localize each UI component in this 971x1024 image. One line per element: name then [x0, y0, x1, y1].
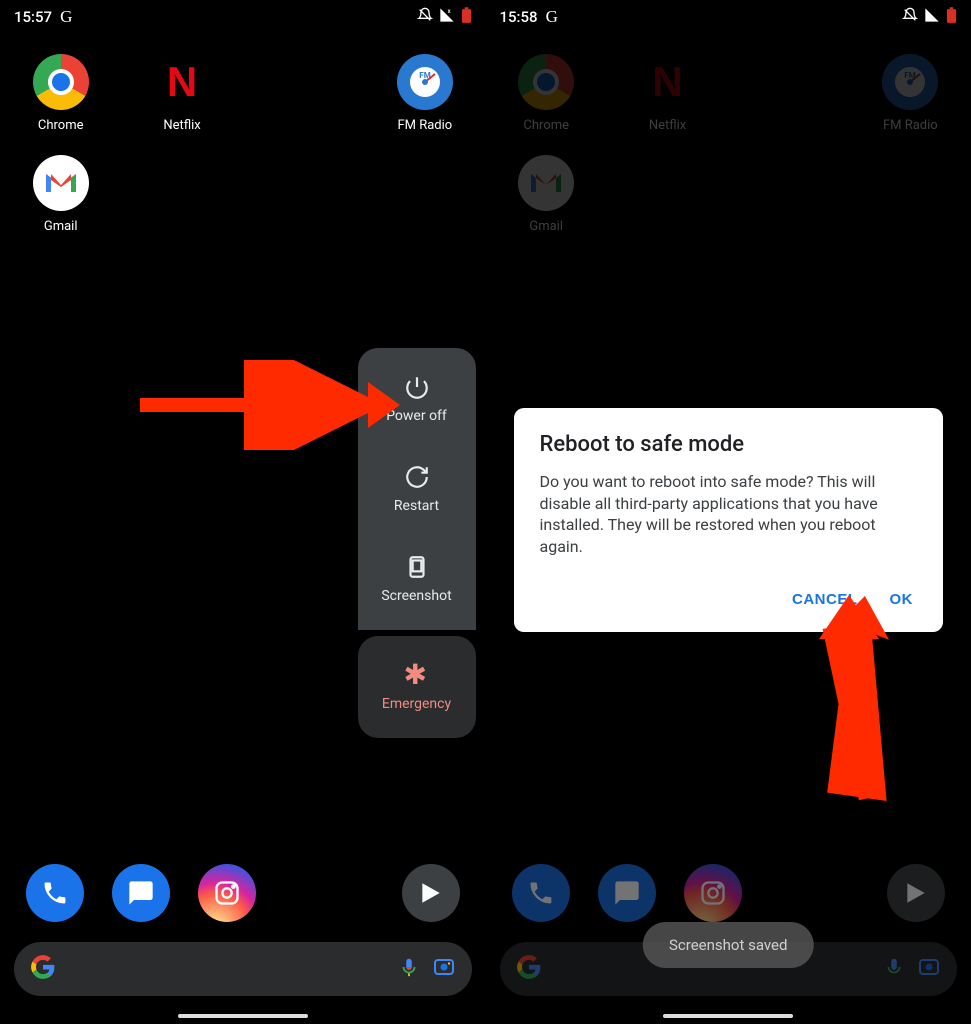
lens-icon[interactable] [432, 955, 456, 983]
phone-left: 15:57 G x Chrome N Netflix [0, 0, 486, 1024]
mute-icon [417, 7, 433, 27]
signal-icon [924, 7, 940, 27]
gmail-icon [33, 155, 89, 211]
app-chrome[interactable]: Chrome [0, 54, 121, 133]
app-label: FM Radio [883, 118, 938, 133]
dock [0, 864, 486, 922]
restart-button[interactable]: Restart [358, 444, 476, 534]
fmradio-icon: FM [882, 54, 938, 110]
dock-play[interactable] [887, 864, 945, 922]
app-fmradio[interactable]: FM FM Radio [850, 54, 971, 133]
mute-icon [902, 7, 918, 27]
dock-instagram[interactable] [684, 864, 742, 922]
fmradio-icon: FM [397, 54, 453, 110]
app-label: Netflix [649, 118, 686, 133]
dock-phone[interactable] [26, 864, 84, 922]
mic-icon[interactable] [883, 956, 905, 982]
netflix-icon: N [154, 54, 210, 110]
app-label: Gmail [529, 219, 563, 234]
netflix-icon: N [640, 54, 696, 110]
dock-instagram[interactable] [198, 864, 256, 922]
dialog-title: Reboot to safe mode [540, 432, 918, 457]
app-label: Netflix [163, 118, 200, 133]
app-gmail[interactable]: Gmail [0, 155, 121, 234]
google-indicator: G [546, 7, 558, 27]
screenshot-button[interactable]: Screenshot [358, 534, 476, 624]
power-off-label: Power off [386, 408, 447, 424]
phone-right: 15:58 G Chrome N Netflix FM FM Radio Gma… [486, 0, 971, 1024]
dock-messages[interactable] [112, 864, 170, 922]
home-apps: Chrome N Netflix FM FM Radio Gmail [486, 30, 971, 256]
emergency-button[interactable]: ✱ Emergency [358, 642, 476, 732]
app-label: Chrome [523, 118, 569, 133]
dock-play[interactable] [402, 864, 460, 922]
app-fmradio[interactable]: FM FM Radio [364, 54, 485, 133]
app-label: Gmail [44, 219, 78, 234]
dock-phone[interactable] [512, 864, 570, 922]
app-empty [728, 54, 849, 133]
app-chrome[interactable]: Chrome [486, 54, 607, 133]
toast-screenshot-saved: Screenshot saved [643, 922, 813, 968]
svg-text:x: x [447, 8, 450, 15]
dock [486, 864, 971, 922]
search-bar[interactable] [14, 942, 472, 996]
screenshot-label: Screenshot [381, 588, 451, 604]
status-bar: 15:57 G x [0, 0, 486, 30]
svg-text:FM: FM [905, 71, 916, 80]
status-time: 15:58 [500, 8, 538, 26]
chrome-icon [33, 54, 89, 110]
app-netflix[interactable]: N Netflix [607, 54, 728, 133]
google-indicator: G [60, 7, 72, 27]
battery-icon [461, 7, 472, 28]
restart-label: Restart [394, 498, 439, 514]
safe-mode-dialog: Reboot to safe mode Do you want to reboo… [514, 408, 944, 632]
lens-icon[interactable] [917, 955, 941, 983]
google-g-icon [516, 954, 542, 984]
signal-icon: x [439, 7, 455, 27]
dialog-body: Do you want to reboot into safe mode? Th… [540, 471, 918, 557]
dock-messages[interactable] [598, 864, 656, 922]
mic-icon[interactable] [398, 956, 420, 982]
google-g-icon [30, 954, 56, 984]
power-menu: Power off Restart Screenshot ✱ Emergency [358, 348, 476, 738]
app-netflix[interactable]: N Netflix [121, 54, 242, 133]
home-indicator[interactable] [663, 1014, 793, 1018]
app-gmail[interactable]: Gmail [486, 155, 607, 234]
app-label: FM Radio [397, 118, 452, 133]
status-bar: 15:58 G [486, 0, 971, 30]
home-apps: Chrome N Netflix FM FM Radio Gmail [0, 30, 486, 256]
app-label: Chrome [38, 118, 84, 133]
battery-icon [946, 7, 957, 28]
home-indicator[interactable] [178, 1014, 308, 1018]
svg-text:FM: FM [419, 71, 430, 80]
chrome-icon [518, 54, 574, 110]
emergency-label: Emergency [382, 696, 451, 712]
status-time: 15:57 [14, 8, 52, 26]
app-empty [243, 54, 364, 133]
power-off-button[interactable]: Power off [358, 354, 476, 444]
gmail-icon [518, 155, 574, 211]
ok-button[interactable]: OK [886, 585, 918, 614]
emergency-icon: ✱ [404, 662, 430, 688]
cancel-button[interactable]: CANCEL [788, 585, 862, 614]
